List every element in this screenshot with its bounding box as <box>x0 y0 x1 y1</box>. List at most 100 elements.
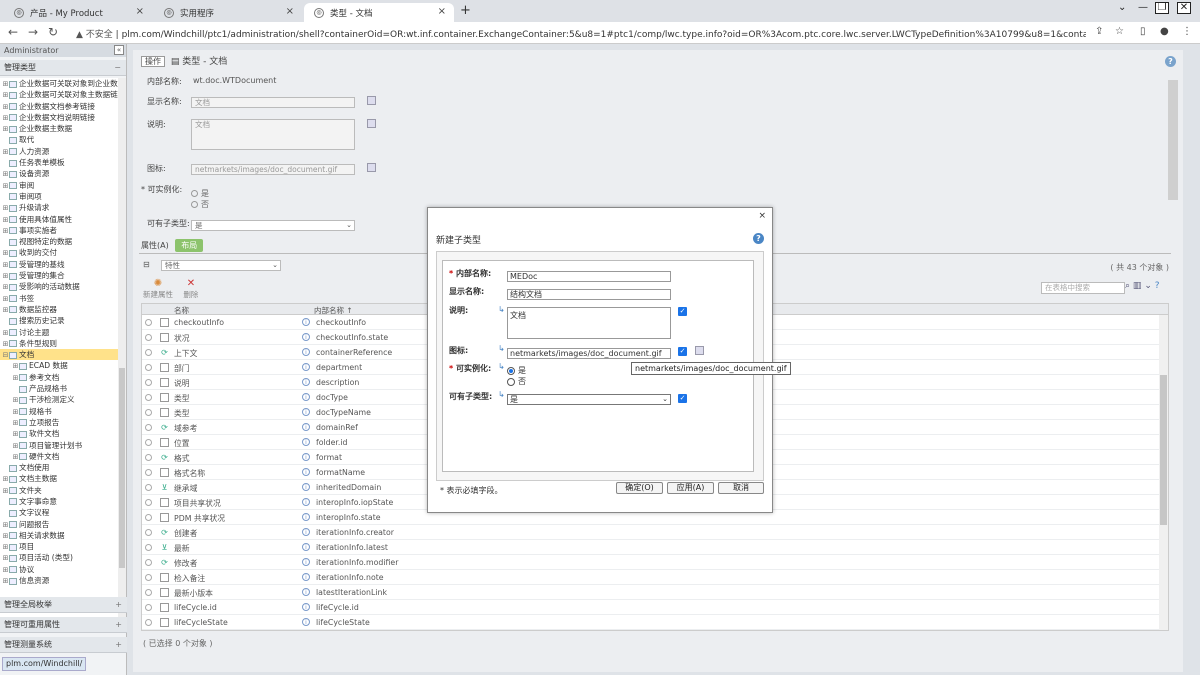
help-icon[interactable]: ? <box>1155 281 1160 291</box>
attribute-name[interactable]: 最新小版本 <box>174 588 213 599</box>
attribute-name[interactable]: 类型 <box>174 393 190 404</box>
table-row[interactable]: ⟳ 修改者 i iterationInfo.modifier <box>142 555 1168 570</box>
tree-item[interactable]: ⊞ 企业数据可关联对象到企业数据链接 <box>0 78 118 89</box>
info-icon[interactable]: i <box>302 543 310 551</box>
info-icon[interactable]: i <box>302 513 310 521</box>
tree-item[interactable]: ⊞ 问题报告 <box>0 519 118 530</box>
attribute-name[interactable]: 状况 <box>174 333 190 344</box>
tree-item[interactable]: ⊞ 企业数据主数据 <box>0 123 118 134</box>
expand-icon[interactable]: ⊞ <box>2 169 9 179</box>
row-select-radio[interactable] <box>145 364 152 371</box>
radio-yes[interactable]: 是 <box>191 188 209 199</box>
row-select-radio[interactable] <box>145 349 152 356</box>
expand-icon[interactable]: ⊞ <box>2 520 9 530</box>
tree-item[interactable]: ⊞ 规格书 <box>0 406 118 417</box>
section-manage-types[interactable]: 管理类型 − <box>0 60 126 76</box>
expand-icon[interactable]: ⊞ <box>2 102 9 112</box>
row-select-radio[interactable] <box>145 559 152 566</box>
tree-item[interactable]: ⊞ 设备资源 <box>0 168 118 179</box>
plus-icon[interactable]: + <box>115 597 122 613</box>
tree-item[interactable]: 取代 <box>0 134 118 145</box>
row-select-radio[interactable] <box>145 574 152 581</box>
share-icon[interactable]: ⇪ <box>1095 26 1103 37</box>
attribute-name[interactable]: 修改者 <box>174 558 197 569</box>
expand-icon[interactable]: ⊞ <box>2 248 9 258</box>
row-select-radio[interactable] <box>145 394 152 401</box>
help-icon[interactable]: ? <box>1165 56 1176 67</box>
tree-item[interactable]: ⊞ 相关请求数据 <box>0 530 118 541</box>
info-icon[interactable]: i <box>302 393 310 401</box>
radio-no[interactable]: 否 <box>191 199 209 210</box>
attribute-name[interactable]: 创建者 <box>174 528 197 539</box>
radio-yes[interactable]: 是 <box>507 365 526 376</box>
expand-icon[interactable]: ⊞ <box>2 565 9 575</box>
minus-icon[interactable]: − <box>114 60 121 76</box>
close-icon[interactable]: × <box>286 6 294 17</box>
tree-item[interactable]: ⊞ 事项实施者 <box>0 225 118 236</box>
expand-icon[interactable]: ⊞ <box>12 395 19 405</box>
close-icon[interactable]: × <box>438 6 446 17</box>
attribute-name[interactable]: 格式名称 <box>174 468 205 479</box>
attribute-name[interactable]: 说明 <box>174 378 190 389</box>
info-icon[interactable]: i <box>302 378 310 386</box>
tree-item[interactable]: ⊞ 软件文档 <box>0 428 118 439</box>
expand-icon[interactable]: ⊞ <box>2 328 9 338</box>
globe-icon[interactable] <box>367 96 376 105</box>
scroll-thumb[interactable] <box>1160 375 1167 525</box>
tree-item[interactable]: ⊞ 企业数据文档参考链接 <box>0 101 118 112</box>
attribute-name[interactable]: 继承域 <box>174 483 197 494</box>
attribute-name[interactable]: 类型 <box>174 408 190 419</box>
expand-icon[interactable]: ⊞ <box>2 339 9 349</box>
actions-button[interactable]: 操作 <box>141 56 165 67</box>
info-icon[interactable]: i <box>302 408 310 416</box>
info-icon[interactable]: i <box>302 363 310 371</box>
info-icon[interactable]: i <box>302 618 310 626</box>
display-name-input[interactable]: 结构文档 <box>507 289 671 300</box>
description-input[interactable]: 文档 <box>507 307 671 339</box>
row-select-radio[interactable] <box>145 514 152 521</box>
tree-item[interactable]: ⊞ 企业数据文档说明链接 <box>0 112 118 123</box>
section-manage-measurement-systems[interactable]: 管理测量系统 + <box>0 637 127 653</box>
tree-item[interactable]: 视图特定的数据 <box>0 236 118 247</box>
attribute-name[interactable]: PDM 共享状况 <box>174 513 225 524</box>
forward-arrow-icon[interactable]: → <box>28 25 38 39</box>
row-select-radio[interactable] <box>145 424 152 431</box>
tree-item[interactable]: ⊞ 使用具体值属性 <box>0 214 118 225</box>
tree-item[interactable]: ⊞ 干涉检测定义 <box>0 394 118 405</box>
attribute-name[interactable]: 部门 <box>174 363 190 374</box>
expand-icon[interactable]: ⊞ <box>12 361 19 371</box>
tree-scrollbar[interactable] <box>118 78 126 630</box>
expand-icon[interactable]: ⊞ <box>2 226 9 236</box>
row-select-radio[interactable] <box>145 319 152 326</box>
info-icon[interactable]: i <box>302 603 310 611</box>
attribute-name[interactable]: 项目共享状况 <box>174 498 221 509</box>
ok-button[interactable]: 确定(O) <box>616 482 663 494</box>
tree-item[interactable]: ⊟ 文档 <box>0 349 118 361</box>
description-input[interactable]: 文档 <box>191 119 355 150</box>
tree-item[interactable]: ⊞ 项目活动 (类型) <box>0 552 118 563</box>
info-icon[interactable]: i <box>302 438 310 446</box>
info-icon[interactable]: i <box>302 318 310 326</box>
row-select-radio[interactable] <box>145 589 152 596</box>
subtype-checkbox[interactable]: ✓ <box>678 394 687 403</box>
tree-item[interactable]: ⊞ 立项报告 <box>0 417 118 428</box>
tree-item[interactable]: 产品规格书 <box>0 383 118 394</box>
attribute-name[interactable]: 检入备注 <box>174 573 205 584</box>
subtype-select[interactable]: 是 ⌄ <box>507 394 671 405</box>
expand-icon[interactable]: ⊞ <box>2 181 9 191</box>
attribute-name[interactable]: 位置 <box>174 438 190 449</box>
radio-no[interactable]: 否 <box>507 376 526 387</box>
tree-item[interactable]: ⊞ 受影响的活动数据 <box>0 281 118 292</box>
tree-item[interactable]: ⊞ 文档主数据 <box>0 473 118 484</box>
description-checkbox[interactable]: ✓ <box>678 307 687 316</box>
attribute-name[interactable]: 最新 <box>174 543 190 554</box>
collapse-icon[interactable]: ⊟ <box>143 260 150 269</box>
reload-icon[interactable]: ↻ <box>48 25 58 39</box>
row-select-radio[interactable] <box>145 619 152 626</box>
internal-name-input[interactable]: MEDoc <box>507 271 671 282</box>
close-icon[interactable]: × <box>136 6 144 17</box>
delete-button[interactable]: ✕ 删除 <box>183 278 198 300</box>
expand-icon[interactable]: ⊞ <box>2 294 9 304</box>
row-select-radio[interactable] <box>145 454 152 461</box>
sidebar-icon[interactable]: ▯ <box>1140 26 1146 37</box>
